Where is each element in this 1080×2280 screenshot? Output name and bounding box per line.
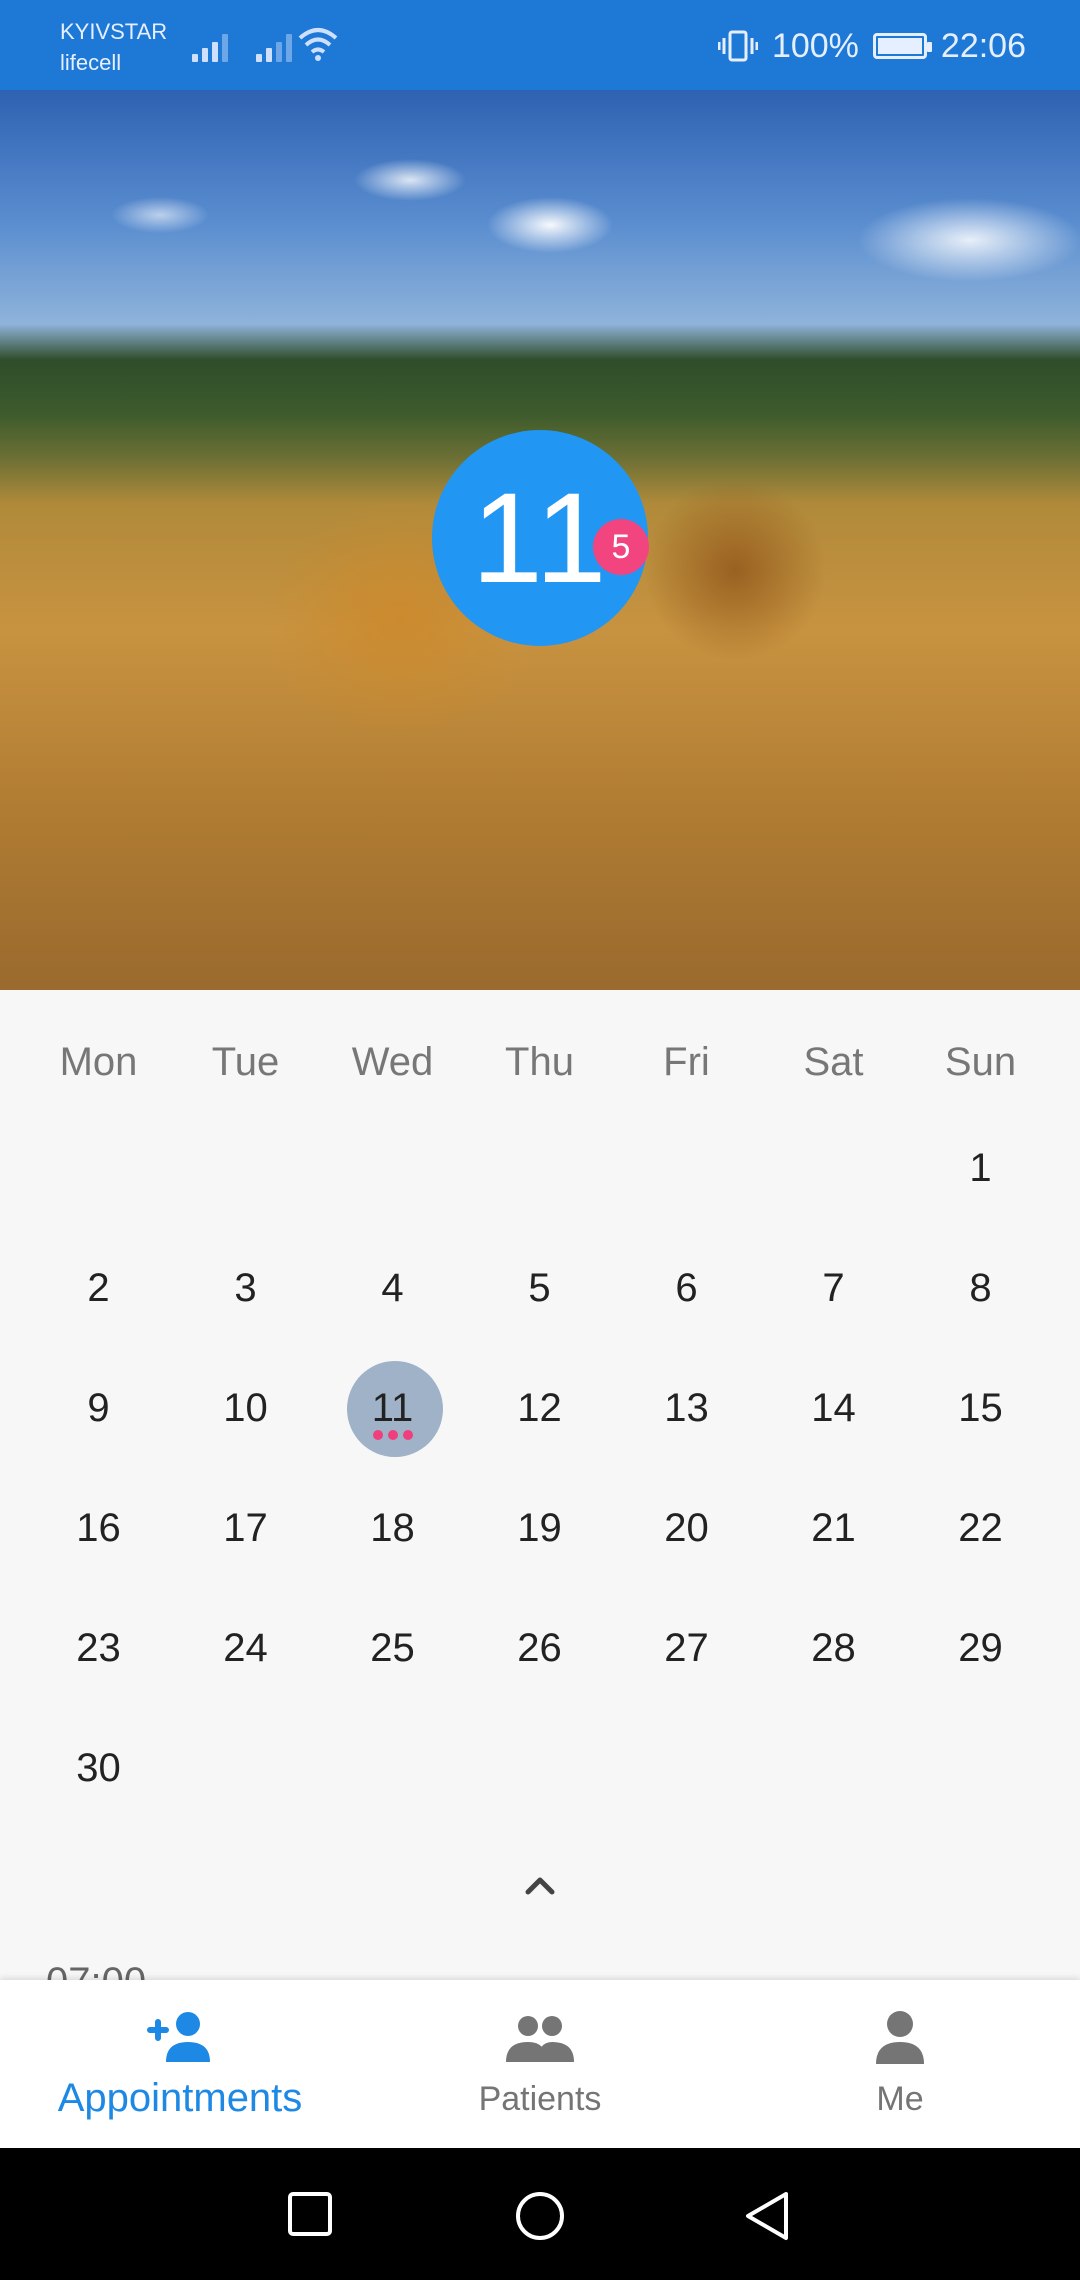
calendar-day[interactable]: 16 (25, 1468, 172, 1588)
wifi-icon (298, 28, 338, 61)
calendar-day[interactable]: 28 (760, 1588, 907, 1708)
battery-percent: 100% (771, 26, 859, 65)
calendar-day-empty (466, 1708, 613, 1828)
calendar-day[interactable]: 21 (760, 1468, 907, 1588)
calendar-week-row: 1 (25, 1108, 1055, 1228)
chevron-up-icon[interactable] (516, 1862, 564, 1910)
calendar-day[interactable]: 12 (466, 1348, 613, 1468)
calendar-day[interactable]: 23 (25, 1588, 172, 1708)
calendar-day[interactable]: 13 (613, 1348, 760, 1468)
back-triangle-icon[interactable] (742, 2190, 792, 2242)
calendar-day[interactable]: 1 (907, 1108, 1054, 1228)
nav-patients[interactable]: Patients (360, 1980, 720, 2148)
calendar-day[interactable]: 26 (466, 1588, 613, 1708)
nav-appointments[interactable]: Appointments (0, 1980, 360, 2148)
calendar-day[interactable]: 24 (172, 1588, 319, 1708)
calendar-day-empty (319, 1108, 466, 1228)
carrier-labels: KYIVSTAR lifecell (60, 16, 167, 78)
person-add-icon (147, 2012, 210, 2062)
calendar-day[interactable]: 6 (613, 1228, 760, 1348)
calendar-grid: 1 2 3 4 5 6 7 8 9 10 11 12 13 14 15 16 17 18 19 20 21 22 23 24 2… (25, 1108, 1055, 1828)
recents-square-icon[interactable] (286, 2190, 334, 2238)
calendar-week-row: 9 10 11 12 13 14 15 (25, 1348, 1055, 1468)
carrier-1: KYIVSTAR (60, 19, 168, 44)
calendar-day-empty (172, 1708, 319, 1828)
people-icon (506, 2016, 574, 2062)
bottom-navigation: Appointments Patients Me (0, 1980, 1080, 2148)
status-bar: KYIVSTAR lifecell 100% 22:06 (0, 0, 1080, 90)
home-circle-icon[interactable] (514, 2190, 566, 2242)
calendar-day[interactable]: 5 (466, 1228, 613, 1348)
appointment-dot (387, 1430, 398, 1440)
calendar-day[interactable]: 9 (25, 1348, 172, 1468)
nav-patients-label: Patients (478, 2080, 602, 2118)
calendar-day[interactable]: 25 (319, 1588, 466, 1708)
calendar-day[interactable]: 27 (613, 1588, 760, 1708)
weekday-label: Sat (803, 1040, 864, 1084)
calendar-week-row: 23 24 25 26 27 28 29 (25, 1588, 1055, 1708)
weekday-label: Mon (59, 1040, 138, 1084)
weekday-label: Thu (505, 1040, 574, 1084)
nav-appointments-label: Appointments (57, 2076, 303, 2120)
calendar-day[interactable]: 14 (760, 1348, 907, 1468)
calendar-day[interactable]: 2 (25, 1228, 172, 1348)
appointment-dot (372, 1430, 383, 1440)
calendar-day-selected[interactable]: 11 (319, 1348, 466, 1468)
calendar-day[interactable]: 30 (25, 1708, 172, 1828)
appointment-dots (372, 1430, 413, 1440)
signal-strength-icon (192, 28, 228, 62)
calendar-day-empty (172, 1108, 319, 1228)
month-navigation: September (0, 975, 1080, 990)
carrier-2: lifecell (60, 50, 122, 75)
calendar-day[interactable]: 10 (172, 1348, 319, 1468)
system-navigation-bar (0, 2148, 1080, 2280)
weekday-label: Sun (944, 1040, 1017, 1084)
calendar-day-empty (907, 1708, 1054, 1828)
weekday-label: Wed (351, 1040, 434, 1084)
status-right: 100% 22:06 (717, 22, 1026, 70)
weekday-label: Tue (211, 1040, 280, 1084)
appointment-count-badge: 5 (593, 519, 649, 575)
calendar-day[interactable]: 3 (172, 1228, 319, 1348)
calendar-day[interactable]: 29 (907, 1588, 1054, 1708)
calendar-day-empty (760, 1108, 907, 1228)
chevron-right-icon[interactable] (986, 987, 1034, 990)
calendar-day[interactable]: 20 (613, 1468, 760, 1588)
calendar-day[interactable]: 18 (319, 1468, 466, 1588)
hero-header: 11 5 September (0, 90, 1080, 990)
weekday-header: Mon Tue Wed Thu Fri Sat Sun (0, 1040, 1080, 1096)
calendar-day[interactable]: 8 (907, 1228, 1054, 1348)
calendar-day[interactable]: 7 (760, 1228, 907, 1348)
calendar-day-empty (613, 1108, 760, 1228)
battery-icon (872, 33, 932, 59)
calendar-day-empty (466, 1108, 613, 1228)
calendar-day-number: 11 (371, 1385, 414, 1430)
calendar-week-row: 30 (25, 1708, 1055, 1828)
calendar-week-row: 2345678 (25, 1228, 1055, 1348)
calendar-week-row: 16 17 18 19 20 21 22 (25, 1468, 1055, 1588)
calendar-day-empty (760, 1708, 907, 1828)
month-label: September (0, 981, 1080, 990)
nav-me-label: Me (876, 2080, 924, 2118)
signal-strength-icon (256, 28, 292, 62)
nav-me[interactable]: Me (720, 1980, 1080, 2148)
person-icon (876, 2011, 924, 2064)
calendar-day[interactable]: 17 (172, 1468, 319, 1588)
vibrate-icon (717, 30, 758, 62)
calendar-day-empty (319, 1708, 466, 1828)
calendar-day-empty (25, 1108, 172, 1228)
calendar-day[interactable]: 19 (466, 1468, 613, 1588)
calendar-day[interactable]: 4 (319, 1228, 466, 1348)
appointment-dot (402, 1430, 413, 1440)
weekday-label: Fri (663, 1040, 710, 1084)
calendar-day-empty (613, 1708, 760, 1828)
clock: 22:06 (940, 26, 1026, 65)
calendar-day[interactable]: 15 (907, 1348, 1054, 1468)
calendar-day[interactable]: 22 (907, 1468, 1054, 1588)
